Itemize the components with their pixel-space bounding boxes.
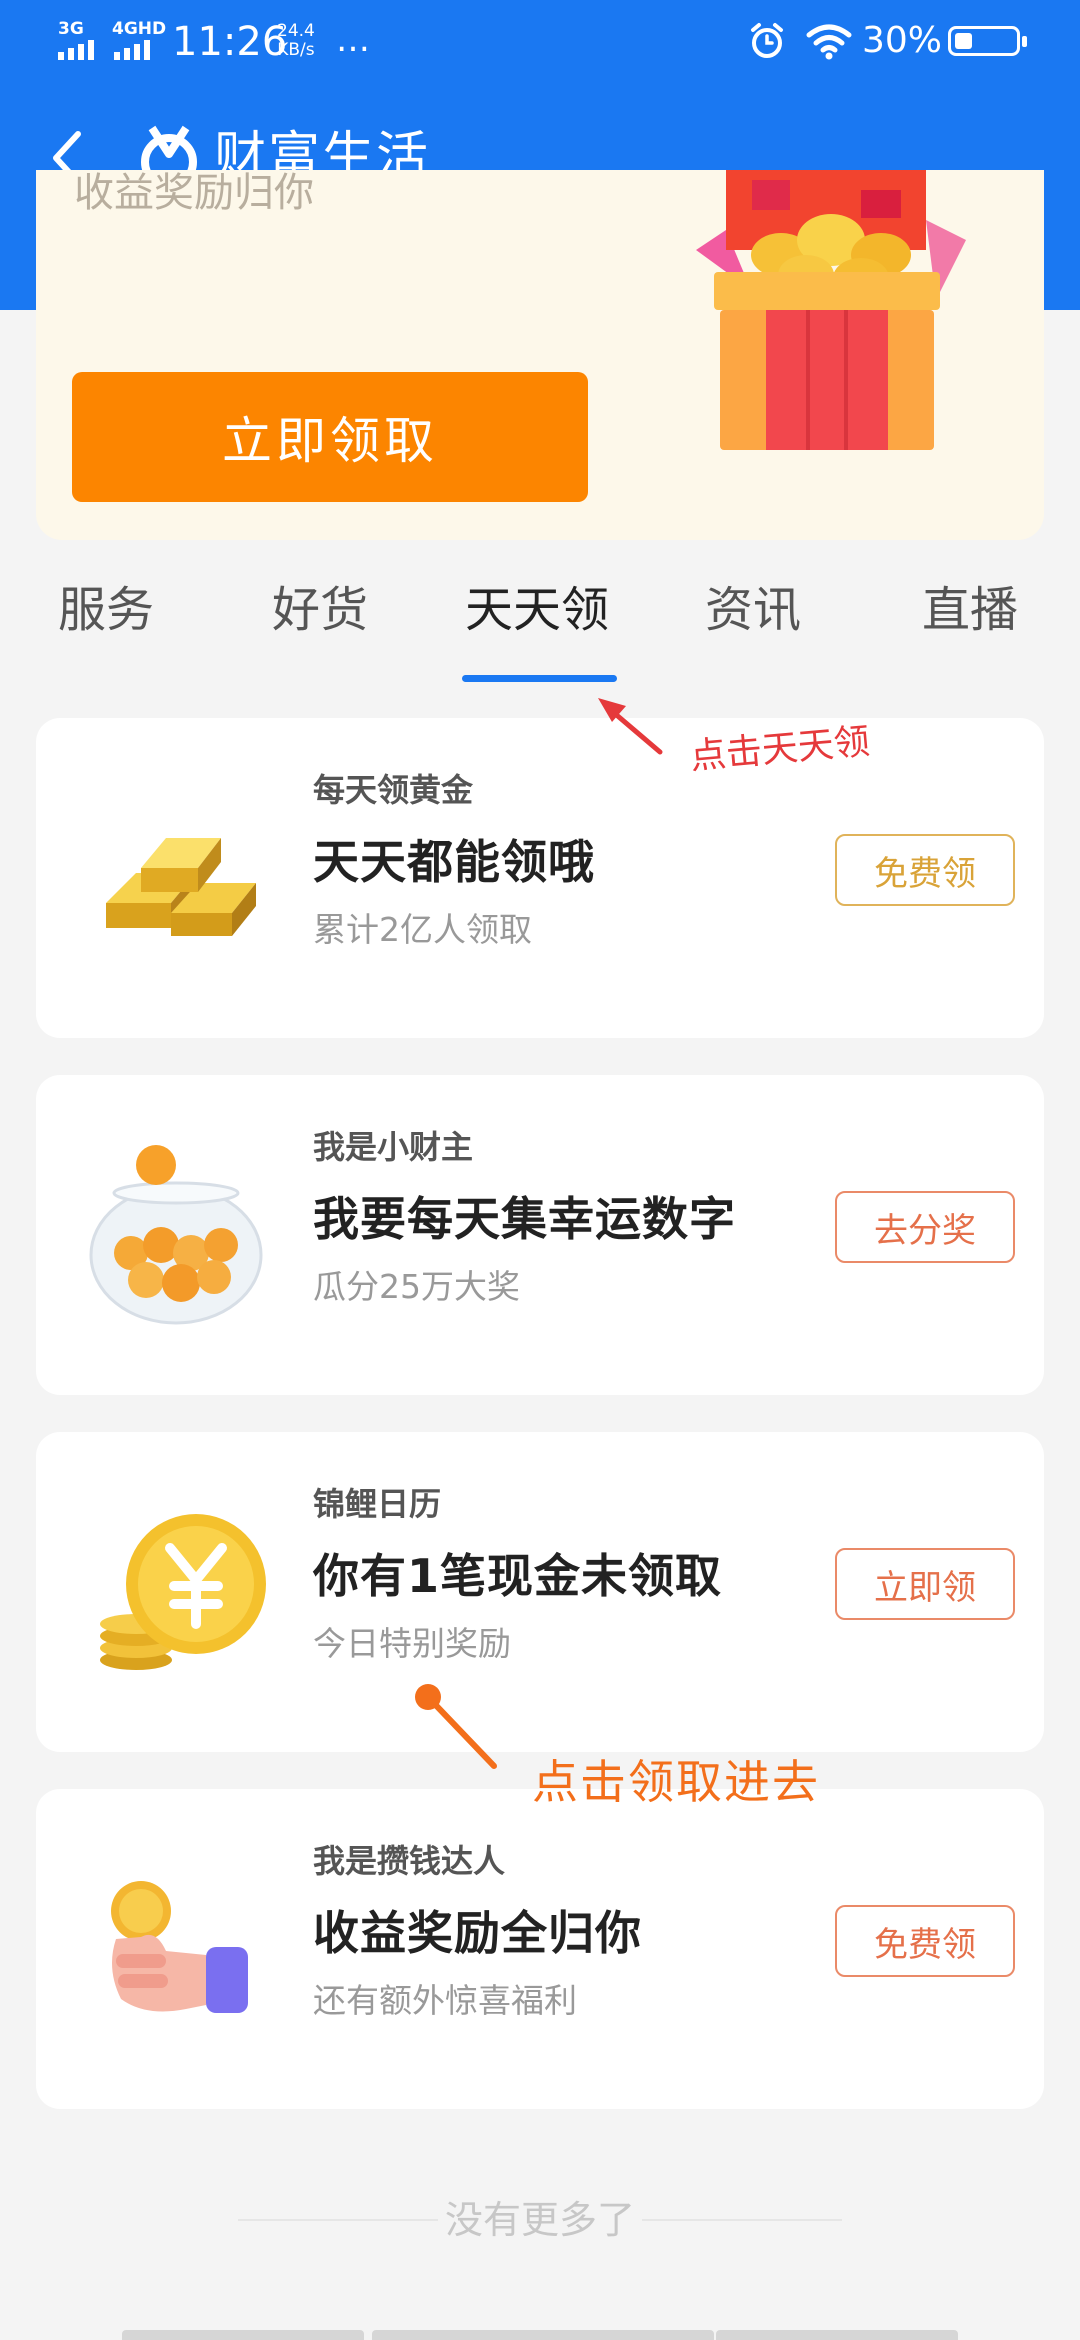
card-tag: 我是小财主 (313, 1128, 474, 1166)
no-more-text: 没有更多了 (444, 2198, 635, 2242)
lottery-bowl-icon (89, 1145, 263, 1325)
hand-holding-coin-icon (111, 1881, 248, 2013)
wifi-icon (806, 24, 852, 60)
card-description: 累计2亿人领取 (313, 910, 532, 949)
treasure-chest-icon (696, 170, 966, 450)
list-item-koi-calendar[interactable]: 锦鲤日历 你有1笔现金未领取 今日特别奖励 立即领 (36, 1432, 1044, 1752)
card-tag: 锦鲤日历 (313, 1485, 442, 1523)
network-type-1: 3G (58, 19, 84, 39)
promo-banner: 收益奖励归你 立即领取 (36, 170, 1044, 540)
status-bar: 3G 4GHD 11:26 24.4 KB/s … 30% (0, 0, 1080, 86)
list-item-gold[interactable]: 每天领黄金 天天都能领哦 累计2亿人领取 免费领 (36, 718, 1044, 1038)
battery-icon (948, 26, 1027, 56)
tab-goods[interactable]: 好货 (272, 575, 368, 645)
card-tag: 每天领黄金 (313, 771, 474, 809)
network-speed-value: 24.4 (277, 21, 315, 41)
network-type-2: 4GHD (112, 19, 167, 39)
card-headline: 我要每天集幸运数字 (313, 1192, 736, 1246)
card-tag: 我是攒钱达人 (313, 1842, 506, 1880)
list-item-lucky-number[interactable]: 我是小财主 我要每天集幸运数字 瓜分25万大奖 去分奖 (36, 1075, 1044, 1395)
tab-news[interactable]: 资讯 (705, 575, 801, 645)
network-speed-unit: KB/s (277, 40, 315, 60)
card-description: 瓜分25万大奖 (313, 1267, 520, 1306)
alarm-icon (751, 23, 783, 58)
banner-subtitle: 收益奖励归你 (74, 170, 314, 216)
network-speed: 24.4 KB/s (277, 22, 315, 60)
card-description: 还有额外惊喜福利 (313, 1981, 577, 2020)
list-item-money-saver[interactable]: 我是攒钱达人 收益奖励全归你 还有额外惊喜福利 免费领 (36, 1789, 1044, 2109)
free-claim-button[interactable]: 免费领 (835, 1905, 1015, 1977)
status-time: 11:26 (172, 19, 288, 65)
gold-bars-icon (106, 838, 256, 936)
tab-service[interactable]: 服务 (58, 575, 154, 645)
claim-now-button[interactable]: 立即领取 (72, 372, 588, 502)
share-prize-button[interactable]: 去分奖 (835, 1191, 1015, 1263)
category-tabs: 服务 好货 天天领 资讯 直播 (0, 565, 1080, 685)
claim-now-small-button[interactable]: 立即领 (835, 1548, 1015, 1620)
tab-live[interactable]: 直播 (922, 575, 1018, 645)
active-tab-indicator (462, 675, 617, 682)
card-headline: 收益奖励全归你 (313, 1906, 642, 1960)
more-notifications-icon: … (336, 20, 372, 60)
card-headline: 天天都能领哦 (313, 835, 595, 889)
bottom-partial-cards (0, 2330, 1080, 2340)
battery-fill (955, 33, 972, 49)
annotation-claim-hint: 点击领取进去 (532, 1755, 820, 1809)
tab-daily-claim[interactable]: 天天领 (465, 575, 609, 645)
no-more-divider: 没有更多了 (0, 2190, 1080, 2250)
battery-percent: 30% (862, 20, 943, 61)
yuan-coin-icon (100, 1514, 266, 1670)
free-claim-button[interactable]: 免费领 (835, 834, 1015, 906)
card-description: 今日特别奖励 (313, 1624, 511, 1663)
signal-icon (114, 40, 150, 60)
signal-icon (58, 40, 94, 60)
card-headline: 你有1笔现金未领取 (313, 1549, 723, 1603)
